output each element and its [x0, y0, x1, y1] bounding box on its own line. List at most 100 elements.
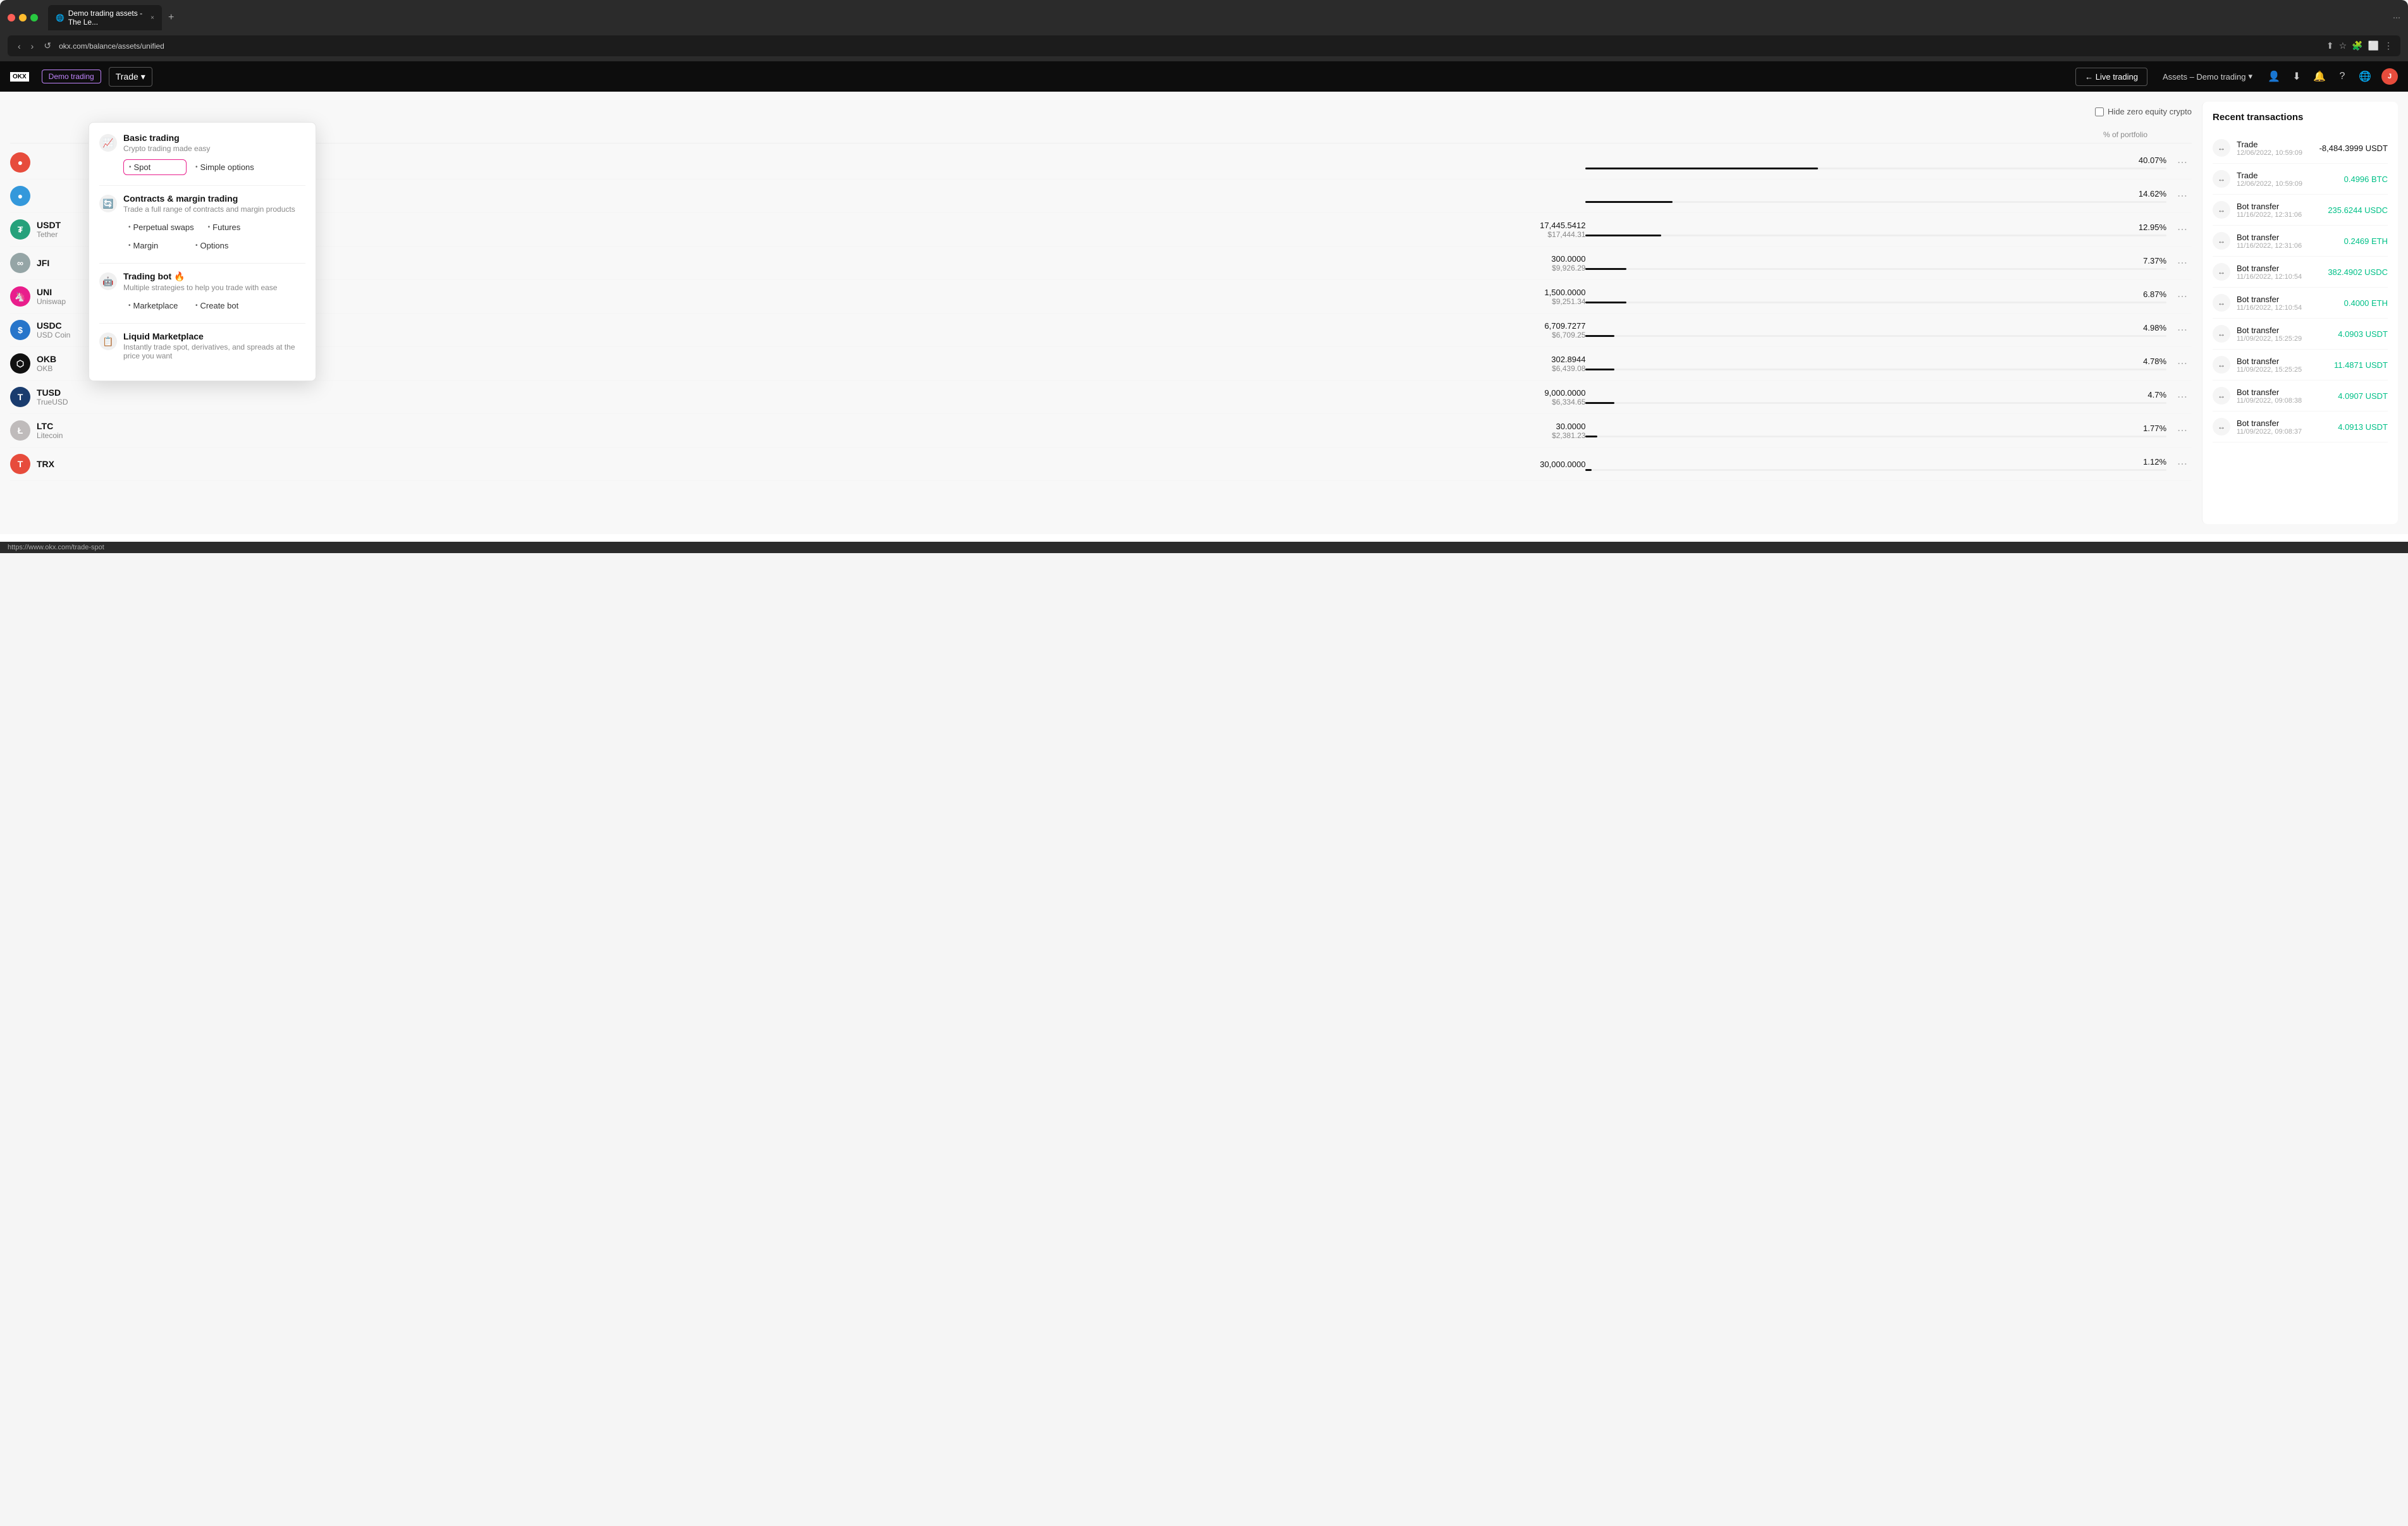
asset-more-button[interactable]: ⋯	[2173, 190, 2192, 202]
hide-zero-checkbox[interactable]	[2095, 107, 2104, 116]
portfolio-bar-fill	[1585, 469, 1591, 471]
asset-amount: 300.0000 $9,926.29	[811, 254, 1586, 272]
simple-options-menu-item[interactable]: • Simple options	[190, 159, 259, 175]
tx-date: 11/09/2022, 09:08:37	[2237, 428, 2331, 436]
portfolio-bar-fill	[1585, 302, 1626, 303]
asset-amount: 1,500.0000 $9,251.34	[811, 288, 1586, 306]
demo-badge[interactable]: Demo trading	[42, 70, 101, 83]
basic-trading-title: Basic trading	[123, 133, 210, 143]
menu-icon[interactable]: ⋮	[2384, 40, 2393, 51]
tx-date: 11/16/2022, 12:10:54	[2237, 273, 2321, 281]
simple-options-bullet: •	[195, 164, 198, 171]
tab-close-button[interactable]: ×	[150, 15, 154, 21]
table-row: ∞ JFI 300.0000 $9,926.29 7.37% ⋯	[10, 247, 2192, 280]
profile-icon[interactable]: ⬜	[2368, 40, 2379, 51]
asset-icon: T	[10, 387, 30, 407]
user-icon[interactable]: 👤	[2268, 70, 2280, 83]
asset-amount-primary: 30.0000	[811, 422, 1586, 431]
options-menu-item[interactable]: • Options	[190, 238, 254, 253]
trading-bot-subtitle: Multiple strategies to help you trade wi…	[123, 283, 277, 292]
browser-chrome: 🌐 Demo trading assets - The Le... × + ⋯ …	[0, 0, 2408, 61]
trading-bot-icon: 🤖	[99, 272, 117, 290]
live-trading-button[interactable]: ← Live trading	[2075, 68, 2147, 86]
portfolio-pct: 1.12%	[1585, 457, 2166, 467]
asset-portfolio: 4.78%	[1585, 357, 2173, 370]
contracts-title: Contracts & margin trading	[123, 193, 295, 204]
address-bar[interactable]: ‹ › ↺ okx.com/balance/assets/unified ⬆ ☆…	[8, 35, 2400, 56]
maximize-dot[interactable]	[30, 14, 38, 21]
tx-date: 11/09/2022, 15:25:29	[2237, 335, 2331, 343]
assets-dropdown[interactable]: Assets – Demo trading ▾	[2163, 71, 2252, 82]
reload-button[interactable]: ↺	[41, 39, 54, 52]
download-icon[interactable]: ⬇	[2290, 70, 2303, 83]
asset-amount-usd: $17,444.31	[811, 230, 1586, 239]
asset-portfolio: 4.7%	[1585, 390, 2173, 404]
asset-more-button[interactable]: ⋯	[2173, 324, 2192, 336]
main-content: Hide zero equity crypto % of portfolio ●…	[0, 92, 2408, 534]
bell-icon[interactable]: 🔔	[2313, 70, 2326, 83]
new-tab-button[interactable]: +	[166, 9, 176, 26]
asset-more-button[interactable]: ⋯	[2173, 357, 2192, 370]
header: OKX Demo trading Trade ▾ ← Live trading …	[0, 61, 2408, 92]
asset-more-button[interactable]: ⋯	[2173, 257, 2192, 269]
back-button[interactable]: ‹	[15, 40, 23, 52]
marketplace-menu-item[interactable]: • Marketplace	[123, 298, 187, 313]
asset-portfolio: 12.95%	[1585, 223, 2173, 236]
tx-date: 11/16/2022, 12:31:06	[2237, 242, 2338, 250]
contracts-icon: 🔄	[99, 195, 117, 212]
asset-more-button[interactable]: ⋯	[2173, 458, 2192, 470]
asset-symbol: TUSD	[37, 388, 811, 398]
portfolio-bar-fill	[1585, 201, 1673, 203]
trading-bot-header: 🤖 Trading bot 🔥 Multiple strategies to h…	[99, 271, 305, 292]
asset-icon: 🦄	[10, 286, 30, 307]
options-label: Options	[200, 241, 229, 250]
asset-amount: 30.0000 $2,381.23	[811, 422, 1586, 440]
portfolio-bar	[1585, 168, 2166, 169]
tx-icon: ↔	[2213, 232, 2230, 250]
trade-dropdown-menu: 📈 Basic trading Crypto trading made easy…	[89, 122, 316, 381]
basic-trading-subtitle: Crypto trading made easy	[123, 144, 210, 153]
spot-menu-item[interactable]: • Spot	[123, 159, 187, 175]
asset-more-button[interactable]: ⋯	[2173, 156, 2192, 169]
tx-icon: ↔	[2213, 201, 2230, 219]
window-controls	[8, 14, 38, 21]
trade-menu-button[interactable]: Trade ▾	[109, 67, 152, 87]
futures-bullet: •	[208, 224, 211, 231]
help-icon[interactable]: ?	[2336, 70, 2349, 83]
tx-date: 12/06/2022, 10:59:09	[2237, 149, 2313, 157]
asset-more-button[interactable]: ⋯	[2173, 391, 2192, 403]
forward-button[interactable]: ›	[28, 40, 37, 52]
avatar[interactable]: J	[2381, 68, 2398, 85]
futures-menu-item[interactable]: • Futures	[203, 220, 266, 235]
browser-tabs: 🌐 Demo trading assets - The Le... × + ⋯	[8, 5, 2400, 30]
tx-icon: ↔	[2213, 294, 2230, 312]
asset-amount: 6,709.7277 $6,709.25	[811, 321, 1586, 339]
browser-actions: ⬆ ☆ 🧩 ⬜ ⋮	[2326, 40, 2393, 51]
divider-2	[99, 263, 305, 264]
globe-icon[interactable]: 🌐	[2359, 70, 2371, 83]
create-bot-bullet: •	[195, 302, 198, 309]
create-bot-menu-item[interactable]: • Create bot	[190, 298, 254, 313]
asset-more-button[interactable]: ⋯	[2173, 223, 2192, 236]
perpetual-swaps-menu-item[interactable]: • Perpetual swaps	[123, 220, 199, 235]
asset-info: TUSD TrueUSD	[37, 388, 811, 406]
asset-more-button[interactable]: ⋯	[2173, 290, 2192, 303]
perpetual-swaps-label: Perpetual swaps	[133, 223, 194, 232]
active-tab[interactable]: 🌐 Demo trading assets - The Le... ×	[48, 5, 162, 30]
share-icon[interactable]: ⬆	[2326, 40, 2334, 51]
asset-more-button[interactable]: ⋯	[2173, 424, 2192, 437]
extensions-icon[interactable]: 🧩	[2352, 40, 2362, 51]
contracts-subtitle: Trade a full range of contracts and marg…	[123, 205, 295, 214]
close-dot[interactable]	[8, 14, 15, 21]
futures-label: Futures	[212, 223, 240, 232]
tx-amount: 4.0907 USDT	[2338, 391, 2388, 401]
asset-rows-container: ● 40.07% ⋯ ● 14.62%	[10, 146, 2192, 481]
minimize-dot[interactable]	[19, 14, 27, 21]
app: OKX Demo trading Trade ▾ ← Live trading …	[0, 61, 2408, 542]
assets-label: Assets – Demo trading	[2163, 72, 2246, 82]
bookmark-icon[interactable]: ☆	[2339, 40, 2347, 51]
portfolio-pct: 4.7%	[1585, 390, 2166, 400]
contracts-header: 🔄 Contracts & margin trading Trade a ful…	[99, 193, 305, 214]
tx-amount: 0.2469 ETH	[2344, 236, 2388, 246]
margin-menu-item[interactable]: • Margin	[123, 238, 187, 253]
